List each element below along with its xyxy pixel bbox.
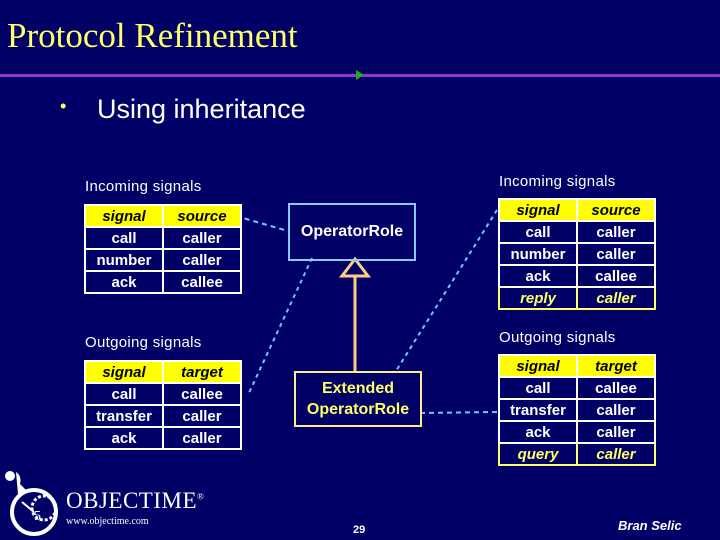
cell: caller bbox=[576, 398, 656, 422]
header-cell: signal bbox=[498, 198, 578, 222]
header-cell: source bbox=[576, 198, 656, 222]
cell: ack bbox=[84, 426, 164, 450]
page-number: 29 bbox=[353, 524, 366, 536]
header-cell: target bbox=[162, 360, 242, 384]
operator-role-class: OperatorRole bbox=[288, 203, 416, 261]
cell: caller bbox=[576, 420, 656, 444]
cell: caller bbox=[162, 248, 242, 272]
extended-outgoing-link bbox=[419, 411, 498, 414]
logo-url: www.objectime.com bbox=[66, 516, 149, 527]
base-incoming-table: signal source call caller number caller ack… bbox=[84, 204, 242, 294]
added-row: reply caller bbox=[498, 286, 656, 310]
objectime-logo: 5 OBJECTIME® www.objectime.com bbox=[4, 468, 204, 538]
table-row: call caller bbox=[84, 226, 242, 250]
cell: caller bbox=[162, 426, 242, 450]
table-row: number caller bbox=[84, 248, 242, 272]
extended-incoming-table: signal source call caller number caller ack… bbox=[498, 198, 656, 310]
cell: caller bbox=[576, 220, 656, 244]
cell: callee bbox=[162, 382, 242, 406]
header-cell: source bbox=[162, 204, 242, 228]
base-outgoing-caption: Outgoing signals bbox=[85, 334, 202, 351]
added-row: query caller bbox=[498, 442, 656, 466]
table-row: call callee bbox=[84, 382, 242, 406]
table-row: transfer caller bbox=[84, 404, 242, 428]
cell: ack bbox=[498, 264, 578, 288]
cell: number bbox=[84, 248, 164, 272]
operator-role-label: OperatorRole bbox=[300, 223, 404, 240]
cell: ack bbox=[498, 420, 578, 444]
registered-mark: ® bbox=[197, 491, 205, 502]
label-line: OperatorRole bbox=[306, 401, 410, 418]
table-row: ack callee bbox=[84, 270, 242, 294]
cell: query bbox=[498, 442, 578, 466]
cell: caller bbox=[576, 242, 656, 266]
table-row: number caller bbox=[498, 242, 656, 266]
extended-operator-role-label: Extended OperatorRole bbox=[307, 378, 409, 420]
inheritance-arrowhead-icon bbox=[338, 256, 372, 278]
table-row: transfer caller bbox=[498, 398, 656, 422]
cell: transfer bbox=[84, 404, 164, 428]
clock-gear-logo-icon: 5 bbox=[5, 471, 58, 536]
cell: transfer bbox=[498, 398, 578, 422]
table-row: call callee bbox=[498, 376, 656, 400]
base-incoming-caption: Incoming signals bbox=[85, 178, 202, 195]
svg-text:5: 5 bbox=[34, 509, 41, 524]
cell: callee bbox=[576, 376, 656, 400]
header-cell: signal bbox=[84, 204, 164, 228]
base-outgoing-table: signal target call callee transfer caller a… bbox=[84, 360, 242, 450]
author-name: Bran Selic bbox=[618, 518, 682, 533]
table-row: ack callee bbox=[498, 264, 656, 288]
header-cell: target bbox=[576, 354, 656, 378]
cell: call bbox=[498, 376, 578, 400]
cell: call bbox=[84, 226, 164, 250]
extended-outgoing-table: signal target call callee transfer caller a… bbox=[498, 354, 656, 466]
cell: caller bbox=[162, 226, 242, 250]
header-cell: signal bbox=[84, 360, 164, 384]
label-line: Extended bbox=[321, 380, 394, 397]
extended-operator-role-class: Extended OperatorRole bbox=[294, 371, 422, 427]
logo-wordmark: OBJECTIME® bbox=[66, 488, 204, 514]
extended-incoming-caption: Incoming signals bbox=[499, 173, 616, 190]
cell: call bbox=[84, 382, 164, 406]
cell: reply bbox=[498, 286, 578, 310]
table-row: ack caller bbox=[84, 426, 242, 450]
cell: call bbox=[498, 220, 578, 244]
cell: callee bbox=[162, 270, 242, 294]
cell: ack bbox=[84, 270, 164, 294]
cell: caller bbox=[162, 404, 242, 428]
table-row: call caller bbox=[498, 220, 656, 244]
cell: caller bbox=[576, 442, 656, 466]
logo-name: OBJECTIME bbox=[66, 488, 197, 513]
table-row: ack caller bbox=[498, 420, 656, 444]
cell: number bbox=[498, 242, 578, 266]
extended-outgoing-caption: Outgoing signals bbox=[499, 329, 616, 346]
cell: callee bbox=[576, 264, 656, 288]
cell: caller bbox=[576, 286, 656, 310]
base-incoming-link bbox=[235, 215, 289, 232]
header-cell: signal bbox=[498, 354, 578, 378]
